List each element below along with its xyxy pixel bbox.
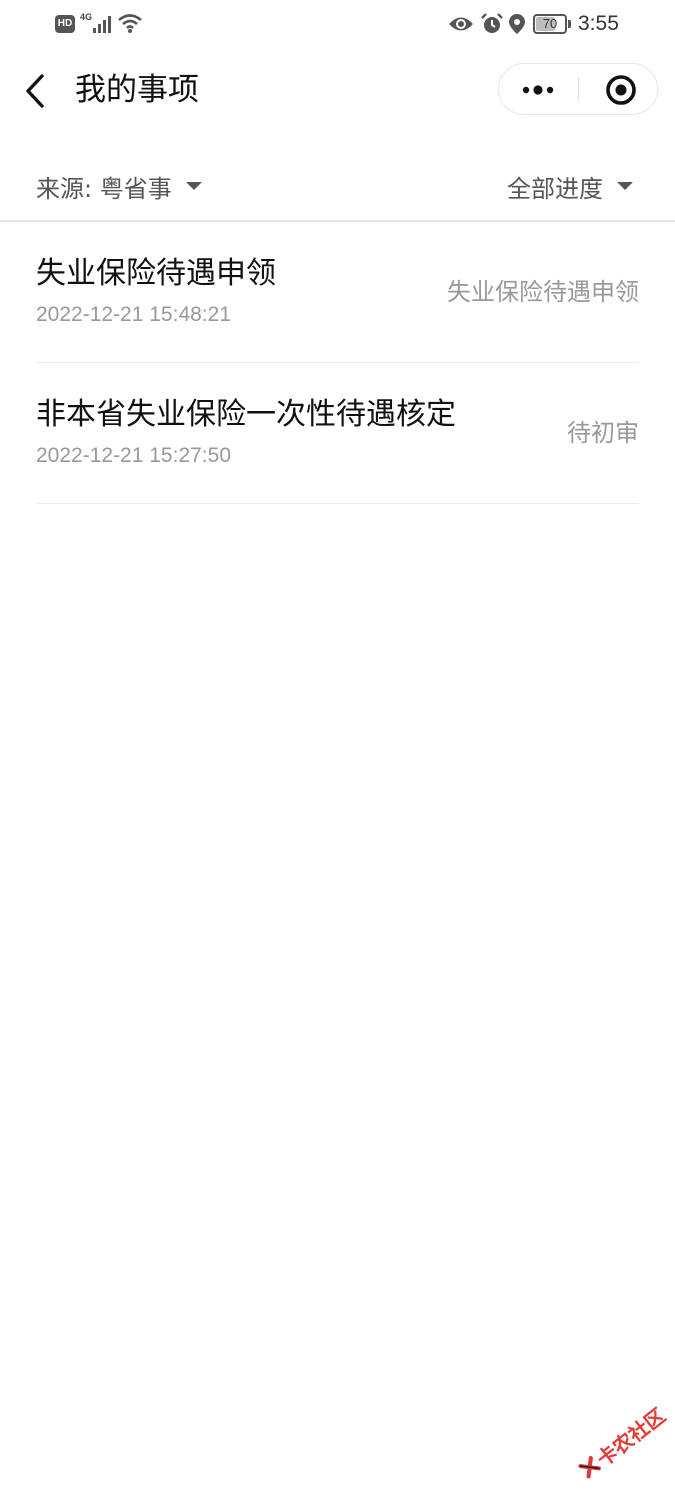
- item-title: 非本省失业保险一次性待遇核定: [36, 397, 456, 432]
- item-time: 2022-12-21 15:48:21: [36, 303, 231, 326]
- back-button[interactable]: [18, 69, 54, 113]
- page-title: 我的事项: [75, 72, 199, 108]
- alarm-icon: [481, 13, 503, 33]
- signal-icon: [93, 16, 111, 33]
- more-dots-icon: [522, 85, 554, 95]
- battery-level: 70: [542, 16, 558, 31]
- clock: 3:55: [578, 12, 619, 35]
- progress-filter-dropdown[interactable]: 全部进度: [507, 168, 633, 204]
- filter-bar: 来源: 粤省事 全部进度: [0, 150, 675, 222]
- source-filter-dropdown[interactable]: 来源: 粤省事: [36, 168, 202, 204]
- list-item[interactable]: 非本省失业保险一次性待遇核定 2022-12-21 15:27:50 待初审: [36, 363, 639, 504]
- location-icon: [509, 14, 525, 34]
- item-status: 失业保险待遇申领: [447, 278, 639, 306]
- hd-badge: HD: [55, 15, 75, 33]
- item-time: 2022-12-21 15:27:50: [36, 444, 231, 467]
- battery-icon: 70: [533, 14, 567, 34]
- watermark-text: 卡农社区: [591, 1402, 670, 1472]
- source-filter-label: 来源: 粤省事: [36, 174, 172, 203]
- chevron-left-icon: [26, 74, 44, 108]
- progress-filter-label: 全部进度: [507, 174, 603, 203]
- list-item[interactable]: 失业保险待遇申领 2022-12-21 15:48:21 失业保险待遇申领: [36, 222, 639, 363]
- caret-down-icon: [617, 182, 633, 190]
- network-type: 4G: [80, 12, 93, 22]
- matter-list: 失业保险待遇申领 2022-12-21 15:48:21 失业保险待遇申领 非本…: [0, 222, 675, 504]
- mini-program-capsule: [498, 63, 658, 115]
- target-circle-icon: [606, 75, 636, 105]
- caret-down-icon: [185, 182, 202, 190]
- item-status: 待初审: [567, 419, 639, 447]
- nav-bar: 我的事项: [0, 55, 675, 127]
- close-button[interactable]: [579, 64, 657, 114]
- battery-tip: [568, 20, 571, 28]
- watermark-logo: 卡农社区: [558, 1380, 675, 1504]
- item-title: 失业保险待遇申领: [36, 256, 276, 291]
- status-bar: HD 4G 70 3:55: [0, 0, 675, 50]
- wifi-icon: [118, 14, 142, 33]
- eye-icon: [449, 17, 473, 31]
- more-button[interactable]: [499, 64, 579, 114]
